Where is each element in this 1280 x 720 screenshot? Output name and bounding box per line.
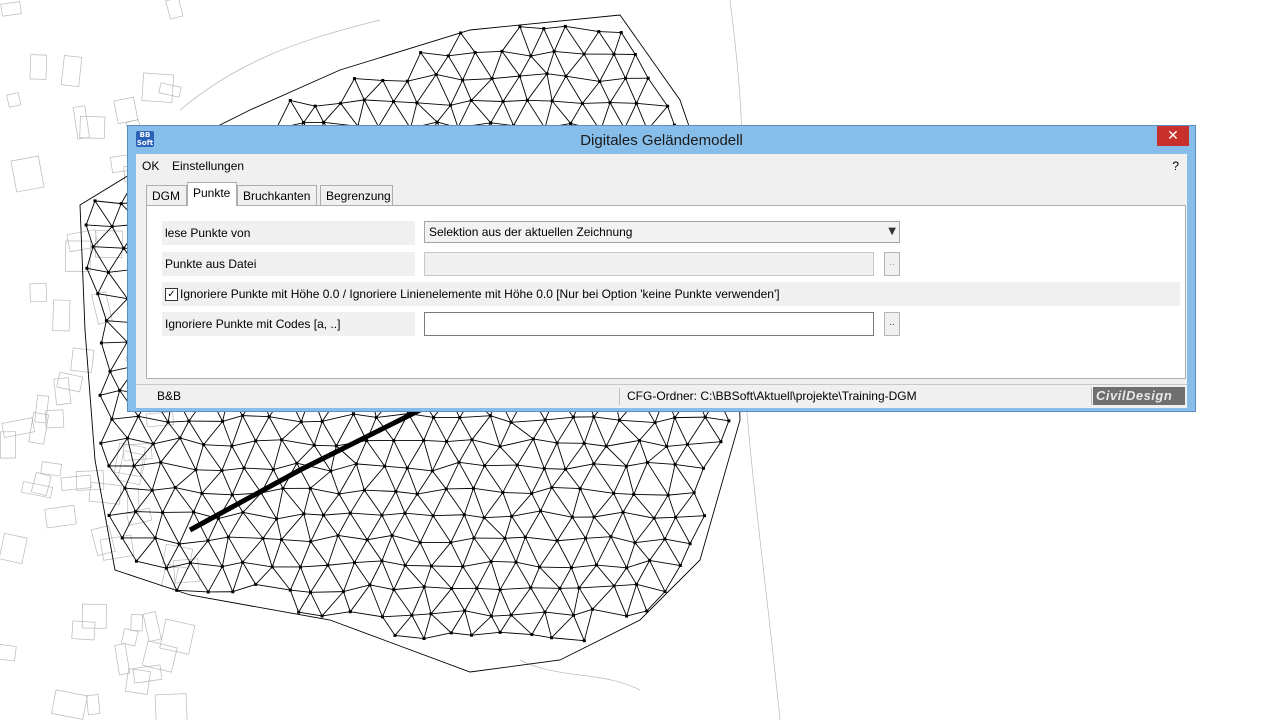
- menu-bar: OK Einstellungen ?: [136, 154, 1187, 176]
- read-points-value: Selektion aus der aktuellen Zeichnung: [429, 225, 633, 239]
- status-bar: B&B CFG-Ordner: C:\BBSoft\Aktuell\projek…: [136, 384, 1187, 408]
- points-file-input[interactable]: [424, 252, 874, 276]
- points-file-browse-button[interactable]: ..: [884, 252, 900, 276]
- status-separator: [1091, 388, 1092, 405]
- civildesign-logo: CivilDesign: [1093, 387, 1185, 405]
- ignore-zero-row: ✓ Ignoriere Punkte mit Höhe 0.0 / Ignori…: [162, 282, 1180, 306]
- status-cfg-folder: CFG-Ordner: C:\BBSoft\Aktuell\projekte\T…: [627, 389, 917, 403]
- points-file-label: Punkte aus Datei: [162, 252, 415, 276]
- read-points-label: lese Punkte von: [162, 221, 415, 245]
- read-points-select[interactable]: Selektion aus der aktuellen Zeichnung ▼: [424, 221, 900, 243]
- title-bar[interactable]: BB Soft Digitales Geländemodell ✕: [128, 126, 1195, 154]
- status-left-text: B&B: [157, 389, 182, 403]
- tab-panel-punkte: lese Punkte von Selektion aus der aktuel…: [146, 205, 1186, 379]
- dialog-client-area: OK Einstellungen ? DGM Punkte Bruchkante…: [136, 154, 1187, 408]
- tab-bruchkanten[interactable]: Bruchkanten: [237, 185, 317, 205]
- ignore-codes-browse-button[interactable]: ..: [884, 312, 900, 336]
- menu-help[interactable]: ?: [1172, 159, 1179, 173]
- ignore-codes-input[interactable]: [424, 312, 874, 336]
- menu-einstellungen[interactable]: Einstellungen: [172, 159, 244, 173]
- tab-dgm[interactable]: DGM: [146, 185, 187, 205]
- chevron-down-icon[interactable]: ▼: [888, 222, 896, 242]
- status-separator: [619, 388, 620, 405]
- ignore-zero-label: Ignoriere Punkte mit Höhe 0.0 / Ignorier…: [180, 287, 780, 301]
- menu-ok[interactable]: OK: [142, 159, 159, 173]
- close-button[interactable]: ✕: [1157, 126, 1189, 146]
- tab-punkte[interactable]: Punkte: [187, 182, 237, 206]
- dgm-dialog: BB Soft Digitales Geländemodell ✕ OK Eins…: [127, 125, 1196, 412]
- tab-begrenzung[interactable]: Begrenzung: [320, 185, 393, 205]
- ignore-zero-checkbox[interactable]: ✓: [165, 288, 178, 301]
- window-title: Digitales Geländemodell: [580, 132, 743, 149]
- ignore-codes-label: Ignoriere Punkte mit Codes [a, ..]: [162, 312, 415, 336]
